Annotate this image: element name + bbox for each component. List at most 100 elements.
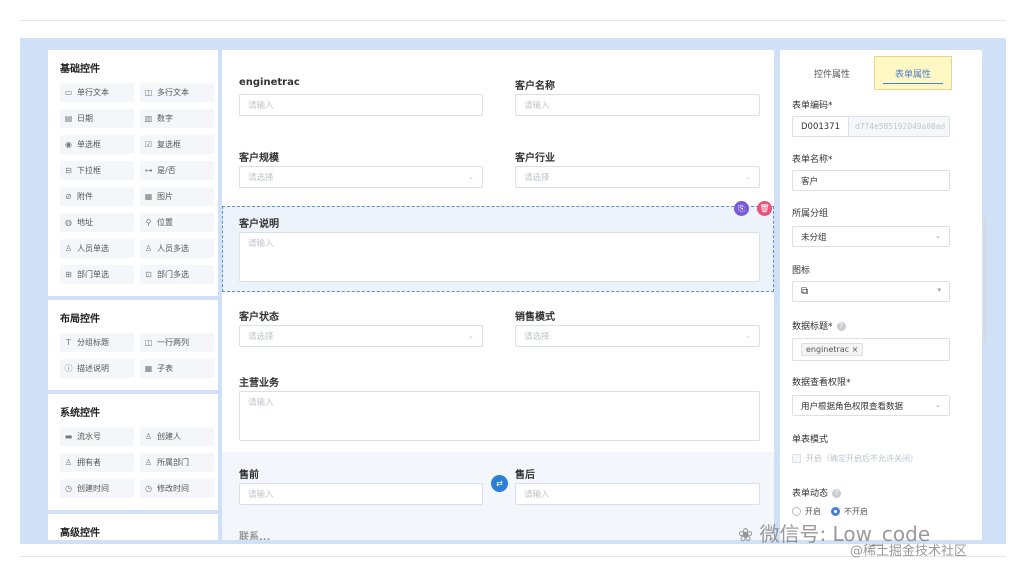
help-icon[interactable]: ? (836, 322, 846, 331)
palette-item[interactable]: ⊶ 是/否 (140, 161, 214, 180)
palette-item-label: 人员单选 (77, 244, 109, 253)
palette-group: 系统控件 ▬ 流水号 ♙ 创建人 ♙ 拥有者 ♙ 所属部门 ◷ 创建时间 ◷ 修改时间 (48, 394, 218, 510)
presale-input[interactable]: 请输入 (239, 483, 483, 505)
data-permission-select[interactable]: 用户根据角色权限查看数据 ⌄ (792, 395, 950, 416)
palette-item-label: 位置 (157, 218, 173, 227)
palette-item-label: 图片 (157, 192, 173, 201)
palette-item[interactable]: ♙ 人员多选 (140, 239, 214, 258)
palette-item[interactable]: ◫ 一行两列 (140, 333, 214, 352)
control-type-icon: ♙ (144, 244, 153, 253)
control-type-icon: ⊞ (65, 270, 72, 279)
palette-item[interactable]: ⓘ 描述说明 (60, 359, 134, 378)
palette-item[interactable]: ⊘ 附件 (60, 187, 134, 206)
palette-item[interactable]: ♙ 创建人 (140, 427, 214, 446)
palette-item[interactable]: ♙ 所属部门 (140, 453, 214, 472)
copy-field-icon[interactable]: ⎘ (734, 201, 749, 216)
checkbox-box (792, 454, 801, 463)
customer-desc-textarea[interactable]: 请输入 (239, 232, 760, 282)
palette-item[interactable]: ◍ 地址 (60, 213, 134, 232)
palette-item-label: 是/否 (157, 166, 176, 175)
single-mode-checkbox[interactable]: 开启（确定开启后不允许关闭） (792, 453, 918, 464)
control-type-icon: ⊡ (145, 270, 152, 279)
palette-group-title: 系统控件 (60, 408, 100, 419)
palette-group-title: 基础控件 (60, 64, 100, 75)
control-type-icon: ⊶ (144, 166, 153, 175)
palette-item-label: 拥有者 (77, 458, 101, 467)
radio-on-label: 开启 (805, 507, 821, 516)
radio-on[interactable] (792, 507, 801, 516)
field-label-aftersale: 售后 (515, 470, 535, 481)
palette-item[interactable]: ▦ 图片 (140, 187, 214, 206)
palette-item[interactable]: ♙ 拥有者 (60, 453, 134, 472)
palette-item[interactable]: ▭ 单行文本 (60, 83, 134, 102)
help-icon[interactable]: ? (832, 489, 842, 498)
tag-close-icon[interactable]: × (852, 345, 859, 354)
single-mode-label: 单表模式 (792, 435, 829, 445)
palette-grid: ▭ 单行文本 ◫ 多行文本 ▤ 日期 ▥ 数字 ◉ 单选框 ☑ 复选框 ⊟ 下拉框 ⊶ 是/否 ⊘ 附件 ▦ 图片 ◍ 地… (48, 83, 218, 290)
field-label-main-business: 主营业务 (239, 378, 279, 389)
palette-item[interactable]: ▬ 流水号 (60, 427, 134, 446)
data-title-tag: enginetrac × (801, 343, 864, 356)
group-select[interactable]: 未分组 ⌄ (792, 226, 950, 247)
palette-item[interactable]: ☑ 复选框 (140, 135, 214, 154)
palette-item[interactable]: ⊡ 部门多选 (140, 265, 214, 284)
radio-off[interactable] (831, 507, 840, 516)
sales-mode-select[interactable]: 请选择 ⌄ (515, 325, 760, 347)
watermark-line-2: @稀土掘金技术社区 (850, 544, 968, 559)
swap-columns-icon[interactable]: ⇄ (491, 475, 508, 492)
control-type-icon: ⊘ (65, 192, 72, 201)
palette-item[interactable]: ◫ 多行文本 (140, 83, 214, 102)
enginetrac-input[interactable]: 请输入 (239, 94, 483, 116)
form-properties-panel: 控件属性 表单属性 表单编码* D001371 d774e585192049a8… (780, 50, 982, 540)
palette-item[interactable]: ◷ 修改时间 (140, 479, 214, 498)
control-type-icon: ♙ (144, 432, 153, 441)
icon-label: 图标 (792, 266, 811, 276)
palette-item[interactable]: ♙ 人员单选 (60, 239, 134, 258)
group-label: 所属分组 (792, 209, 829, 219)
properties-scrollbar[interactable] (983, 220, 986, 340)
palette-item[interactable]: ⚲ 位置 (140, 213, 214, 232)
palette-item[interactable]: ▥ 数字 (140, 109, 214, 128)
palette-item[interactable]: ▦ 子表 (140, 359, 214, 378)
palette-item[interactable]: ⊞ 部门单选 (60, 265, 134, 284)
palette-item-label: 多行文本 (157, 88, 189, 97)
icon-select[interactable]: ⧉ ▾ (792, 281, 950, 302)
component-palette: 基础控件 ▭ 单行文本 ◫ 多行文本 ▤ 日期 ▥ 数字 ◉ 单选框 ☑ 复选框 ⊟ 下拉框 ⊶ 是/否 ⊘ 附件 ▦… (48, 50, 218, 540)
field-label-customer-scale: 客户规模 (239, 153, 279, 164)
tab-form-properties[interactable]: 表单属性 (874, 56, 952, 90)
palette-item-label: 部门单选 (77, 270, 109, 279)
field-label-enginetrac: enginetrac (239, 77, 300, 88)
select-placeholder: 请选择 (524, 173, 550, 183)
select-placeholder: 请选择 (248, 332, 274, 342)
palette-grid: ▬ 流水号 ♙ 创建人 ♙ 拥有者 ♙ 所属部门 ◷ 创建时间 ◷ 修改时间 (48, 427, 218, 504)
form-icon: ⧉ (801, 286, 809, 297)
main-business-textarea[interactable]: 请输入 (239, 391, 760, 441)
control-type-icon: ◍ (65, 218, 72, 227)
palette-item[interactable]: ◷ 创建时间 (60, 479, 134, 498)
form-dynamic-label: 表单动态? (792, 486, 842, 499)
control-type-icon: ◷ (65, 484, 72, 493)
customer-scale-select[interactable]: 请选择 ⌄ (239, 166, 483, 188)
form-name-label: 表单名称* (792, 155, 833, 165)
field-label-sales-mode: 销售模式 (515, 312, 555, 323)
customer-industry-select[interactable]: 请选择 ⌄ (515, 166, 760, 188)
palette-item[interactable]: ▤ 日期 (60, 109, 134, 128)
palette-group-title: 高级控件 (60, 528, 100, 539)
palette-item[interactable]: ◉ 单选框 (60, 135, 134, 154)
form-name-input[interactable]: 客户 (792, 170, 950, 191)
palette-item[interactable]: ⊟ 下拉框 (60, 161, 134, 180)
customer-name-input[interactable]: 请输入 (515, 94, 760, 116)
palette-item[interactable]: T 分组标题 (60, 333, 134, 352)
aftersale-input[interactable]: 请输入 (515, 483, 760, 505)
control-type-icon: ☑ (144, 140, 153, 149)
tab-control-properties[interactable]: 控件属性 (792, 56, 872, 90)
palette-item-label: 分组标题 (77, 338, 109, 347)
field-label-cut-off: 联系... (239, 532, 271, 540)
palette-item-label: 子表 (157, 364, 173, 373)
customer-status-select[interactable]: 请选择 ⌄ (239, 325, 483, 347)
palette-item-label: 部门多选 (157, 270, 189, 279)
control-type-icon: ◫ (144, 88, 153, 97)
delete-field-icon[interactable]: 🗑 (757, 201, 772, 216)
palette-group: 基础控件 ▭ 单行文本 ◫ 多行文本 ▤ 日期 ▥ 数字 ◉ 单选框 ☑ 复选框 ⊟ 下拉框 ⊶ 是/否 ⊘ 附件 ▦… (48, 50, 218, 296)
data-title-tags[interactable]: enginetrac × (792, 338, 950, 361)
